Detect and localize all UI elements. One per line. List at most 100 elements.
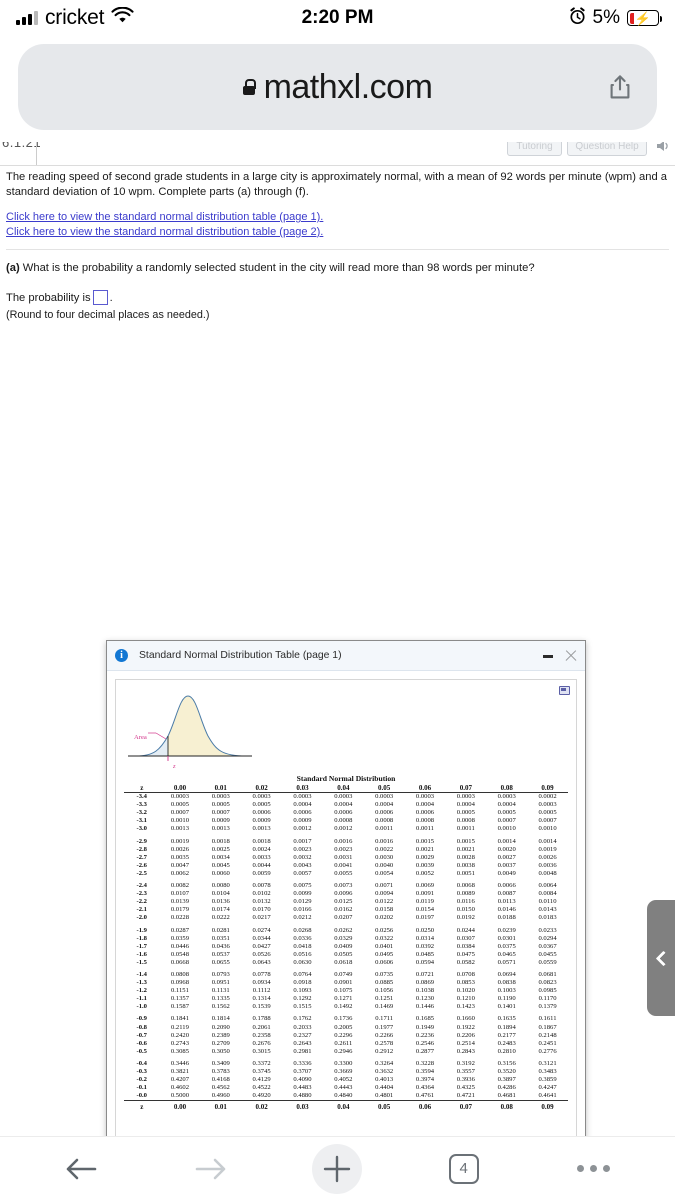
z-table-row: -0.0 0.5000 0.4960 0.4920 0.4880 0.4840 0.4801… — [124, 1092, 568, 1101]
z-table-cell: 0.3085 — [170, 1047, 189, 1055]
z-table-cell: 0.1446 — [415, 1003, 435, 1011]
z-table-footer-header-7: 0.06 — [404, 1100, 446, 1112]
z-table-row-label: -3.4 — [136, 793, 147, 801]
z-table-cell: 0.0012 — [293, 825, 312, 833]
z-table-cell: 0.0008 — [375, 817, 394, 825]
z-table-cell: 0.1314 — [252, 995, 271, 1003]
z-table-cell: 0.3156 — [497, 1059, 516, 1067]
z-table-cell: 0.0007 — [170, 809, 189, 817]
z-table-cell: 0.0006 — [415, 809, 435, 817]
url-bar[interactable]: mathxl.com — [18, 44, 657, 130]
probability-input[interactable] — [92, 290, 108, 305]
z-table-cell: 0.0060 — [211, 869, 230, 877]
z-table-row: -1.1 0.1357 0.1335 0.1314 0.1292 0.1271 0.1251… — [124, 995, 568, 1003]
z-table-cell: 0.1170 — [538, 995, 557, 1003]
z-table-row: -0.4 0.3446 0.3409 0.3372 0.3336 0.3300 0.3264… — [124, 1060, 568, 1068]
z-table-cell: 0.3974 — [415, 1076, 435, 1084]
z-table-cell: 0.3483 — [538, 1068, 557, 1075]
z-table-cell: 0.0004 — [497, 801, 516, 809]
z-table-row-label: -0.5 — [136, 1047, 147, 1055]
z-table-cell: 0.2743 — [170, 1039, 189, 1047]
z-table-cell: 0.0764 — [293, 970, 312, 978]
chevron-left-icon — [655, 950, 671, 966]
z-table-cell: 0.4880 — [293, 1092, 312, 1100]
z-table-cell: 0.3121 — [538, 1059, 557, 1067]
z-table-row: -1.4 0.0808 0.0793 0.0778 0.0764 0.0749 0.0735… — [124, 971, 568, 979]
z-table-row: -0.1 0.4602 0.4562 0.4522 0.4483 0.4443 0.4404… — [124, 1084, 568, 1092]
z-table-cell: 0.4013 — [375, 1076, 394, 1084]
z-table-cell: 0.3520 — [497, 1068, 516, 1075]
z-table-cell: 0.0465 — [497, 950, 516, 958]
z-table-cell: 0.1020 — [456, 987, 475, 995]
status-bar: cricket 2:20 PM 5% ⚡ — [0, 0, 675, 36]
z-table-row-label: -2.1 — [136, 906, 147, 914]
z-table-cell: 0.1131 — [211, 987, 230, 995]
z-table-row: -2.6 0.0047 0.0045 0.0044 0.0043 0.0041 0.0040… — [124, 862, 568, 870]
z-table-cell: 0.0146 — [497, 906, 516, 914]
z-table-cell: 0.1469 — [375, 1003, 394, 1011]
z-table-cell: 0.0052 — [415, 869, 435, 877]
z-table-cell: 0.2877 — [415, 1047, 435, 1055]
z-table-cell: 0.0329 — [334, 934, 353, 942]
z-table-row-label: -2.7 — [136, 853, 147, 861]
z-table-cell: 0.1357 — [170, 995, 189, 1003]
z-table-footer-header-1: 0.00 — [159, 1100, 201, 1112]
z-table-cell: 0.0004 — [334, 801, 353, 809]
z-table-cell: 0.1894 — [497, 1023, 516, 1031]
z-table-cell: 0.1230 — [415, 995, 435, 1003]
z-table-cell: 0.1210 — [456, 995, 475, 1003]
z-table-cell: 0.1075 — [334, 987, 353, 995]
z-table-cell: 0.0985 — [538, 987, 557, 995]
z-table-cell: 0.0007 — [211, 809, 230, 817]
share-icon[interactable] — [609, 74, 631, 100]
z-table-cell: 0.2148 — [538, 1031, 557, 1039]
url-display[interactable]: mathxl.com — [242, 68, 433, 107]
new-tab-button[interactable] — [312, 1143, 363, 1194]
z-table-cell: 0.0003 — [538, 801, 557, 809]
alarm-clock-icon — [569, 6, 586, 30]
more-options-icon[interactable] — [565, 1146, 623, 1192]
z-table-footer-header-9: 0.08 — [486, 1100, 528, 1112]
link-table-page-2[interactable]: Click here to view the standard normal d… — [6, 225, 669, 240]
z-table-cell: 0.0010 — [497, 825, 516, 833]
side-panel-toggle[interactable] — [647, 900, 675, 1016]
question-help-button[interactable]: Question Help — [567, 142, 647, 156]
z-table-row: -1.0 0.1587 0.1562 0.1539 0.1515 0.1492 0.1469… — [124, 1003, 568, 1011]
z-table-cell: 0.2709 — [211, 1039, 230, 1047]
answer-row: The probability is . — [6, 290, 669, 305]
z-table-cell: 0.0197 — [415, 914, 435, 922]
back-arrow-icon[interactable] — [52, 1146, 110, 1192]
z-table-cell: 0.0059 — [252, 869, 271, 877]
z-table-cell: 0.0006 — [293, 809, 312, 817]
z-table-cell: 0.0150 — [456, 906, 475, 914]
z-table-row: -2.7 0.0035 0.0034 0.0033 0.0032 0.0031 0.0030… — [124, 854, 568, 862]
z-table-cell: 0.3015 — [252, 1047, 271, 1055]
speaker-icon[interactable] — [655, 142, 671, 153]
z-table-cell: 0.0080 — [211, 882, 230, 890]
minimize-icon[interactable] — [543, 654, 553, 658]
z-table-cell: 0.0049 — [497, 869, 516, 877]
z-table-cell: 0.0427 — [252, 942, 271, 950]
close-icon[interactable] — [564, 649, 578, 663]
z-table-cell: 0.4443 — [334, 1084, 353, 1092]
z-table-row: -0.5 0.3085 0.3050 0.3015 0.2981 0.2946 0.2912… — [124, 1048, 568, 1056]
z-table-row-label: -3.3 — [136, 801, 147, 809]
z-table-cell: 0.0170 — [252, 906, 271, 914]
z-table-cell: 0.4761 — [415, 1092, 435, 1100]
z-table-cell: 0.4920 — [252, 1092, 271, 1100]
z-table-cell: 0.0618 — [334, 958, 353, 966]
z-table-cell: 0.0048 — [538, 869, 557, 877]
tutoring-button[interactable]: Tutoring — [507, 142, 562, 156]
z-table-cell: 0.0015 — [415, 837, 435, 845]
z-table-cell: 0.0011 — [456, 825, 475, 833]
z-table-cell: 0.0003 — [375, 793, 394, 801]
link-table-page-1[interactable]: Click here to view the standard normal d… — [6, 210, 669, 225]
z-table-footer-header-3: 0.02 — [241, 1100, 283, 1112]
tab-count-button[interactable]: 4 — [435, 1146, 493, 1192]
z-table-cell: 0.0055 — [334, 869, 353, 877]
forward-arrow-icon[interactable] — [182, 1146, 240, 1192]
z-table-cell: 0.0003 — [293, 793, 312, 801]
z-table-cell: 0.0005 — [538, 809, 557, 817]
z-table-cell: 0.0005 — [252, 801, 271, 809]
z-table-col-header-9: 0.08 — [486, 784, 528, 794]
